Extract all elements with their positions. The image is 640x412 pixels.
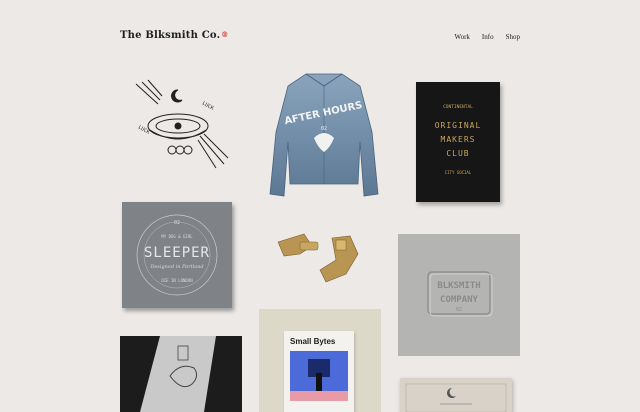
- box-script: Designed in Portland: [149, 264, 203, 270]
- portfolio-tile-eye-illustration[interactable]: LUCK LUCK: [128, 78, 232, 170]
- portfolio-tile-tattoo-photo[interactable]: [120, 336, 242, 412]
- book-title-line2: MAKERS: [441, 135, 476, 144]
- box-top-text: MY DOG & GIRL: [161, 234, 193, 239]
- magazine-title: Small Bytes: [290, 337, 336, 346]
- portfolio-tile-small-bytes-magazine[interactable]: Small Bytes: [259, 309, 381, 412]
- portfolio-tile-embossed-stamp[interactable]: BLKSMITH COMPANY 02: [398, 234, 520, 356]
- stamp-line2: COMPANY: [440, 295, 479, 305]
- magazine-cover: Small Bytes: [284, 331, 354, 412]
- book-title-line3: CLUB: [446, 149, 469, 158]
- book-top-line: CONTINENTAL: [443, 104, 473, 110]
- portfolio-tile-makers-club-book[interactable]: CONTINENTAL ORIGINAL MAKERS CLUB CITY SO…: [416, 82, 500, 202]
- portfolio-tile-hand-pins[interactable]: [270, 228, 366, 288]
- portfolio-tile-denim-jacket[interactable]: AFTER HOURS 02: [268, 72, 380, 202]
- portfolio-tile-emblem-box[interactable]: [400, 378, 512, 412]
- stamp-line1: BLKSMITH: [437, 281, 480, 291]
- nav-shop[interactable]: Shop: [506, 33, 520, 41]
- main-nav: Work Info Shop: [455, 33, 520, 41]
- box-title: SLEEPER: [144, 245, 210, 261]
- emblem-icon: [447, 388, 456, 398]
- box-subtitle: DIE IN LONDON: [161, 278, 193, 283]
- registered-mark: ®: [221, 30, 229, 39]
- nav-work[interactable]: Work: [455, 33, 470, 41]
- box-number: 02: [174, 220, 180, 226]
- jacket-print-number: 02: [321, 126, 327, 132]
- portfolio-tile-sleeper-box[interactable]: 02 MY DOG & GIRL SLEEPER Designed in Por…: [122, 202, 232, 308]
- eye-illustration-icon: LUCK LUCK: [135, 79, 229, 169]
- brand-logo[interactable]: The Blksmith Co.®: [120, 30, 228, 41]
- tile1-word-right: LUCK: [201, 101, 214, 112]
- book-title-line1: ORIGINAL: [435, 121, 482, 130]
- stamp-number: 02: [456, 307, 462, 313]
- nav-info[interactable]: Info: [482, 33, 494, 41]
- magazine-art: [290, 351, 348, 401]
- book-bottom-line: CITY SOCIAL: [445, 170, 472, 175]
- brand-name: The Blksmith Co.: [120, 30, 221, 41]
